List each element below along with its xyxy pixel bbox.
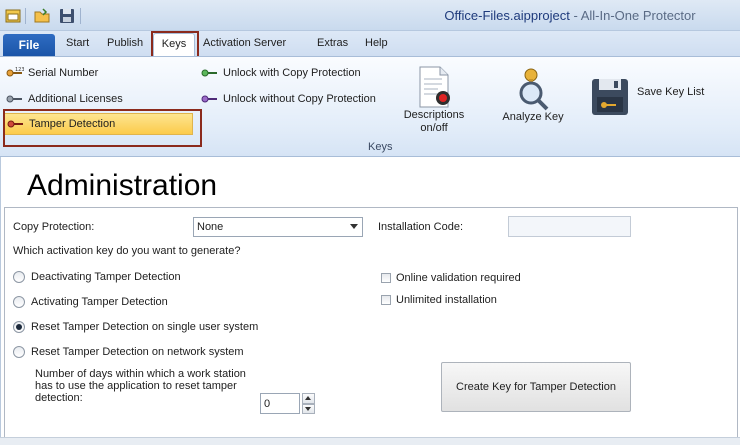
analyze-key-button[interactable]: Analyze Key: [498, 67, 568, 124]
serial-key-icon: 123: [6, 67, 24, 77]
green-key-icon: [201, 69, 217, 77]
days-description: Number of days within which a work stati…: [35, 368, 246, 404]
serial-number-button[interactable]: 123 Serial Number: [3, 62, 98, 84]
radio-reset-single-label: Reset Tamper Detection on single user sy…: [31, 321, 259, 333]
tab-keys[interactable]: Keys: [153, 33, 195, 57]
copy-protection-select[interactable]: None: [193, 217, 363, 237]
stepper-up-icon[interactable]: [302, 393, 315, 404]
checkbox-icon: [381, 273, 391, 283]
page-title: Administration: [27, 169, 218, 202]
ribbon-group-label: Keys: [368, 141, 393, 153]
create-key-button[interactable]: Create Key for Tamper Detection: [441, 362, 631, 412]
project-file-name: Office-Files.aipproject: [444, 8, 570, 23]
save-key-list-button[interactable]: Save Key List: [634, 81, 704, 103]
unlock-without-copy-protection-button[interactable]: Unlock without Copy Protection: [198, 88, 376, 110]
tab-start[interactable]: Start: [66, 37, 89, 49]
days-stepper: [302, 393, 315, 414]
days-value: 0: [264, 397, 271, 410]
tamper-detection-button[interactable]: Tamper Detection: [3, 113, 193, 135]
radio-icon: [13, 346, 25, 358]
tab-extras[interactable]: Extras: [317, 37, 348, 49]
title-separator: -: [569, 8, 581, 23]
additional-licenses-button[interactable]: Additional Licenses: [3, 88, 123, 110]
online-validation-label: Online validation required: [396, 272, 521, 284]
window-title: Office-Files.aipproject - All-In-One Pro…: [0, 8, 740, 23]
radio-activating[interactable]: Activating Tamper Detection: [13, 296, 168, 308]
main-content: Administration Copy Protection: None Ins…: [0, 157, 740, 445]
days-stepper-input[interactable]: 0: [260, 393, 300, 414]
app-name: All-In-One Protector: [580, 8, 696, 23]
tab-file[interactable]: File: [3, 34, 55, 56]
radio-icon: [13, 271, 25, 283]
ribbon-panel: 123 Serial Number Additional Licenses Ta…: [0, 56, 740, 157]
descriptions-label-2: on/off: [420, 122, 448, 134]
chevron-down-icon: [350, 224, 358, 229]
grey-key-icon: [6, 95, 22, 103]
installation-code-input[interactable]: [508, 216, 631, 237]
magnifier-key-icon: [519, 68, 549, 111]
unlimited-installation-checkbox[interactable]: Unlimited installation: [381, 294, 497, 306]
tamper-detection-form: Copy Protection: None Installation Code:…: [4, 207, 738, 441]
radio-activating-label: Activating Tamper Detection: [31, 296, 168, 308]
svg-text:123: 123: [15, 67, 24, 73]
serial-number-label: Serial Number: [28, 67, 99, 79]
document-record-icon: [419, 66, 450, 108]
bottom-strip: [0, 437, 740, 445]
radio-reset-network[interactable]: Reset Tamper Detection on network system: [13, 346, 244, 358]
copy-protection-label: Copy Protection:: [13, 221, 95, 233]
descriptions-label-1: Descriptions: [403, 109, 465, 121]
tab-activation-server[interactable]: Activation Server: [203, 37, 286, 49]
unlock-without-copy-label: Unlock without Copy Protection: [223, 93, 376, 105]
ribbon-tab-bar: File Start Publish Keys Activation Serve…: [0, 31, 740, 57]
analyze-key-label: Analyze Key: [502, 111, 564, 123]
descriptions-toggle-button[interactable]: Descriptions on/off: [402, 65, 466, 135]
red-key-icon: [7, 120, 23, 128]
radio-reset-single-user[interactable]: Reset Tamper Detection on single user sy…: [13, 321, 258, 333]
tab-help[interactable]: Help: [365, 37, 388, 49]
radio-selected-icon: [13, 321, 25, 333]
purple-key-icon: [201, 95, 217, 103]
tamper-detection-label: Tamper Detection: [29, 118, 116, 130]
unlimited-installation-label: Unlimited installation: [396, 294, 497, 306]
additional-licenses-label: Additional Licenses: [28, 93, 123, 105]
floppy-key-icon: [592, 79, 628, 115]
checkbox-icon: [381, 295, 391, 305]
activation-question: Which activation key do you want to gene…: [13, 245, 241, 257]
save-key-list-label: Save Key List: [637, 86, 705, 98]
tab-publish[interactable]: Publish: [107, 37, 143, 49]
online-validation-checkbox[interactable]: Online validation required: [381, 272, 521, 284]
radio-deactivating-label: Deactivating Tamper Detection: [31, 271, 181, 283]
radio-icon: [13, 296, 25, 308]
installation-code-label: Installation Code:: [378, 221, 463, 233]
unlock-with-copy-label: Unlock with Copy Protection: [223, 67, 361, 79]
radio-deactivating[interactable]: Deactivating Tamper Detection: [13, 271, 181, 283]
save-key-list-icon-button[interactable]: [588, 77, 632, 117]
radio-reset-network-label: Reset Tamper Detection on network system: [31, 346, 244, 358]
stepper-down-icon[interactable]: [302, 403, 315, 414]
unlock-with-copy-protection-button[interactable]: Unlock with Copy Protection: [198, 62, 361, 84]
title-bar: Office-Files.aipproject - All-In-One Pro…: [0, 0, 740, 31]
copy-protection-value: None: [197, 221, 224, 233]
